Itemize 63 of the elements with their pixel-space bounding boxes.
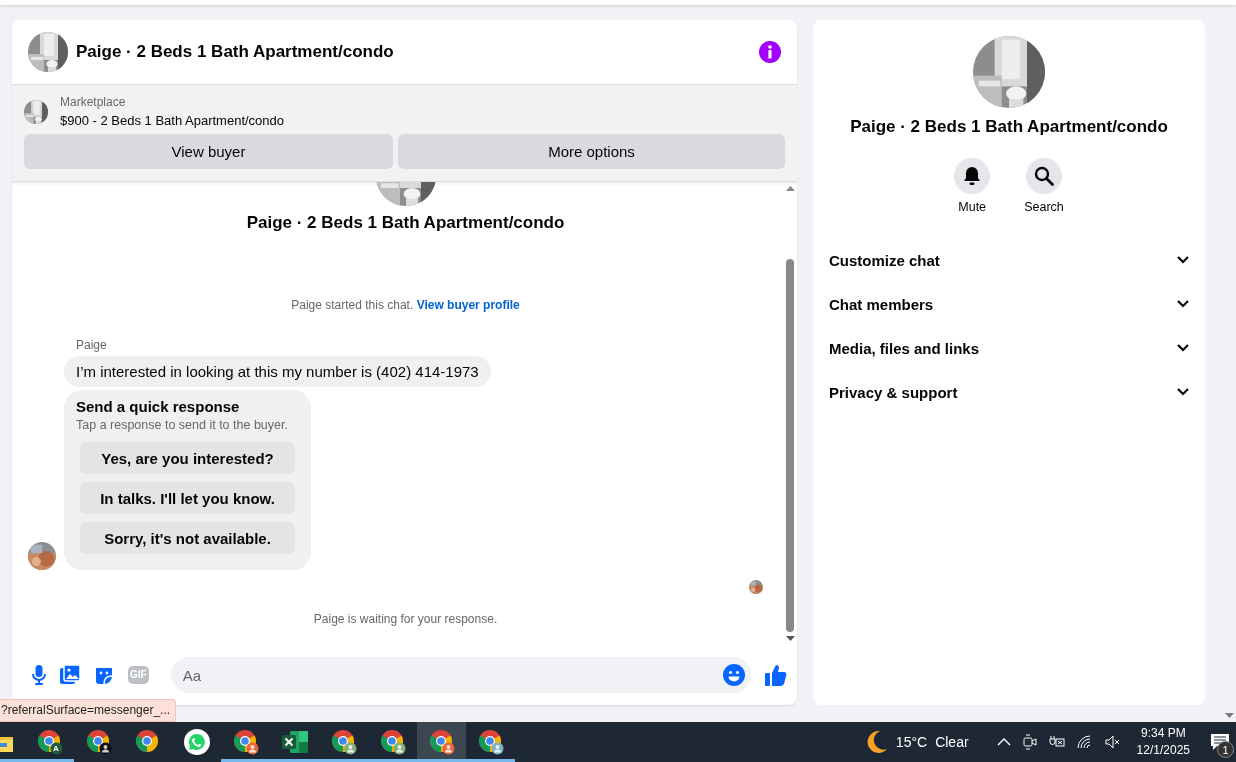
chrome-icon (232, 729, 259, 755)
temperature-text: 15°C (895, 734, 928, 750)
emoji-icon[interactable] (723, 664, 745, 686)
profile-name: Paige · 2 Beds 1 Bath Apartment/condo (850, 117, 1168, 137)
section-header[interactable]: Chat members (813, 282, 1205, 326)
whatsapp-icon (183, 729, 210, 755)
quick-response-title: Send a quick response (76, 398, 241, 415)
section-header[interactable]: Media, files and links (813, 326, 1205, 370)
chrome-icon (85, 729, 112, 755)
section-header[interactable]: Privacy & support (813, 370, 1205, 414)
notification-count: 1 (1217, 741, 1234, 758)
image-icon[interactable] (60, 665, 80, 685)
link-preview: ?referralSurface=messenger_... (1, 703, 171, 717)
chrome-icon (36, 729, 63, 755)
clock[interactable]: 9:34 PM 12/1/2025 (1136, 725, 1190, 759)
bell-icon (963, 166, 982, 186)
scrollbar-thumb[interactable] (786, 259, 794, 632)
chrome-icon (134, 729, 161, 755)
thumbs-up-icon[interactable] (765, 664, 787, 686)
view-buyer-profile-link[interactable]: View buyer profile (416, 298, 520, 312)
chevron-up-icon[interactable] (996, 738, 1011, 746)
chevron-down-icon (1177, 300, 1189, 308)
chrome-icon (428, 729, 455, 755)
scroll-down-icon[interactable] (785, 636, 795, 641)
spreadsheet-icon (281, 730, 308, 754)
message-bubble: I’m interested in looking at this my number is (402) 414-1973 (64, 356, 491, 387)
chevron-down-icon (1177, 256, 1189, 264)
taskbar-app[interactable] (417, 722, 466, 762)
quick-response-button[interactable]: Sorry, it's not available. (80, 522, 295, 554)
search-icon (1034, 166, 1054, 186)
chrome-icon (379, 729, 406, 755)
camera-icon[interactable] (1022, 734, 1037, 750)
microphone-icon[interactable] (32, 665, 46, 685)
chevron-down-icon (1177, 388, 1189, 396)
speaker-muted-icon[interactable] (1104, 735, 1121, 749)
moon-icon[interactable] (865, 730, 888, 754)
conversation-title: Paige · 2 Beds 1 Bath Apartment/condo (246, 213, 565, 233)
quick-response-hint: Tap a response to send it to the buyer. (76, 418, 289, 432)
listing-title: $900 - 2 Beds 1 Bath Apartment/condo (60, 113, 285, 128)
time-text: 9:34 PM (1140, 725, 1186, 742)
scroll-down-icon[interactable] (1224, 713, 1234, 718)
section-header[interactable]: Customize chat (813, 238, 1205, 282)
taskbar-app[interactable]: A (25, 722, 74, 762)
quick-response-button[interactable]: In talks. I'll let you know. (80, 482, 295, 514)
view-buyer-button[interactable]: View buyer (24, 134, 393, 169)
battery-icon[interactable] (1048, 736, 1065, 748)
chrome-icon (330, 729, 357, 755)
sender-name: Paige (76, 338, 108, 352)
status-text: Paige is waiting for your response. (313, 612, 498, 626)
scroll-up-icon[interactable] (785, 186, 795, 191)
profile-badge-text: A (53, 744, 59, 753)
quick-response-button[interactable]: Yes, are you interested? (80, 442, 295, 474)
date-text: 12/1/2025 (1136, 742, 1190, 759)
weather-text: Clear (935, 734, 969, 750)
info-icon[interactable] (759, 41, 781, 63)
more-options-button[interactable]: More options (398, 134, 785, 169)
chat-notice: Paige started this chat. View buyer profile (291, 298, 520, 312)
chat-title: Paige · 2 Beds 1 Bath Apartment/condo (76, 42, 395, 62)
chevron-down-icon (1177, 344, 1189, 352)
sticker-icon[interactable] (94, 665, 114, 685)
listing-source: Marketplace (60, 95, 127, 109)
wifi-icon[interactable] (1076, 735, 1093, 749)
chrome-icon (477, 729, 504, 755)
